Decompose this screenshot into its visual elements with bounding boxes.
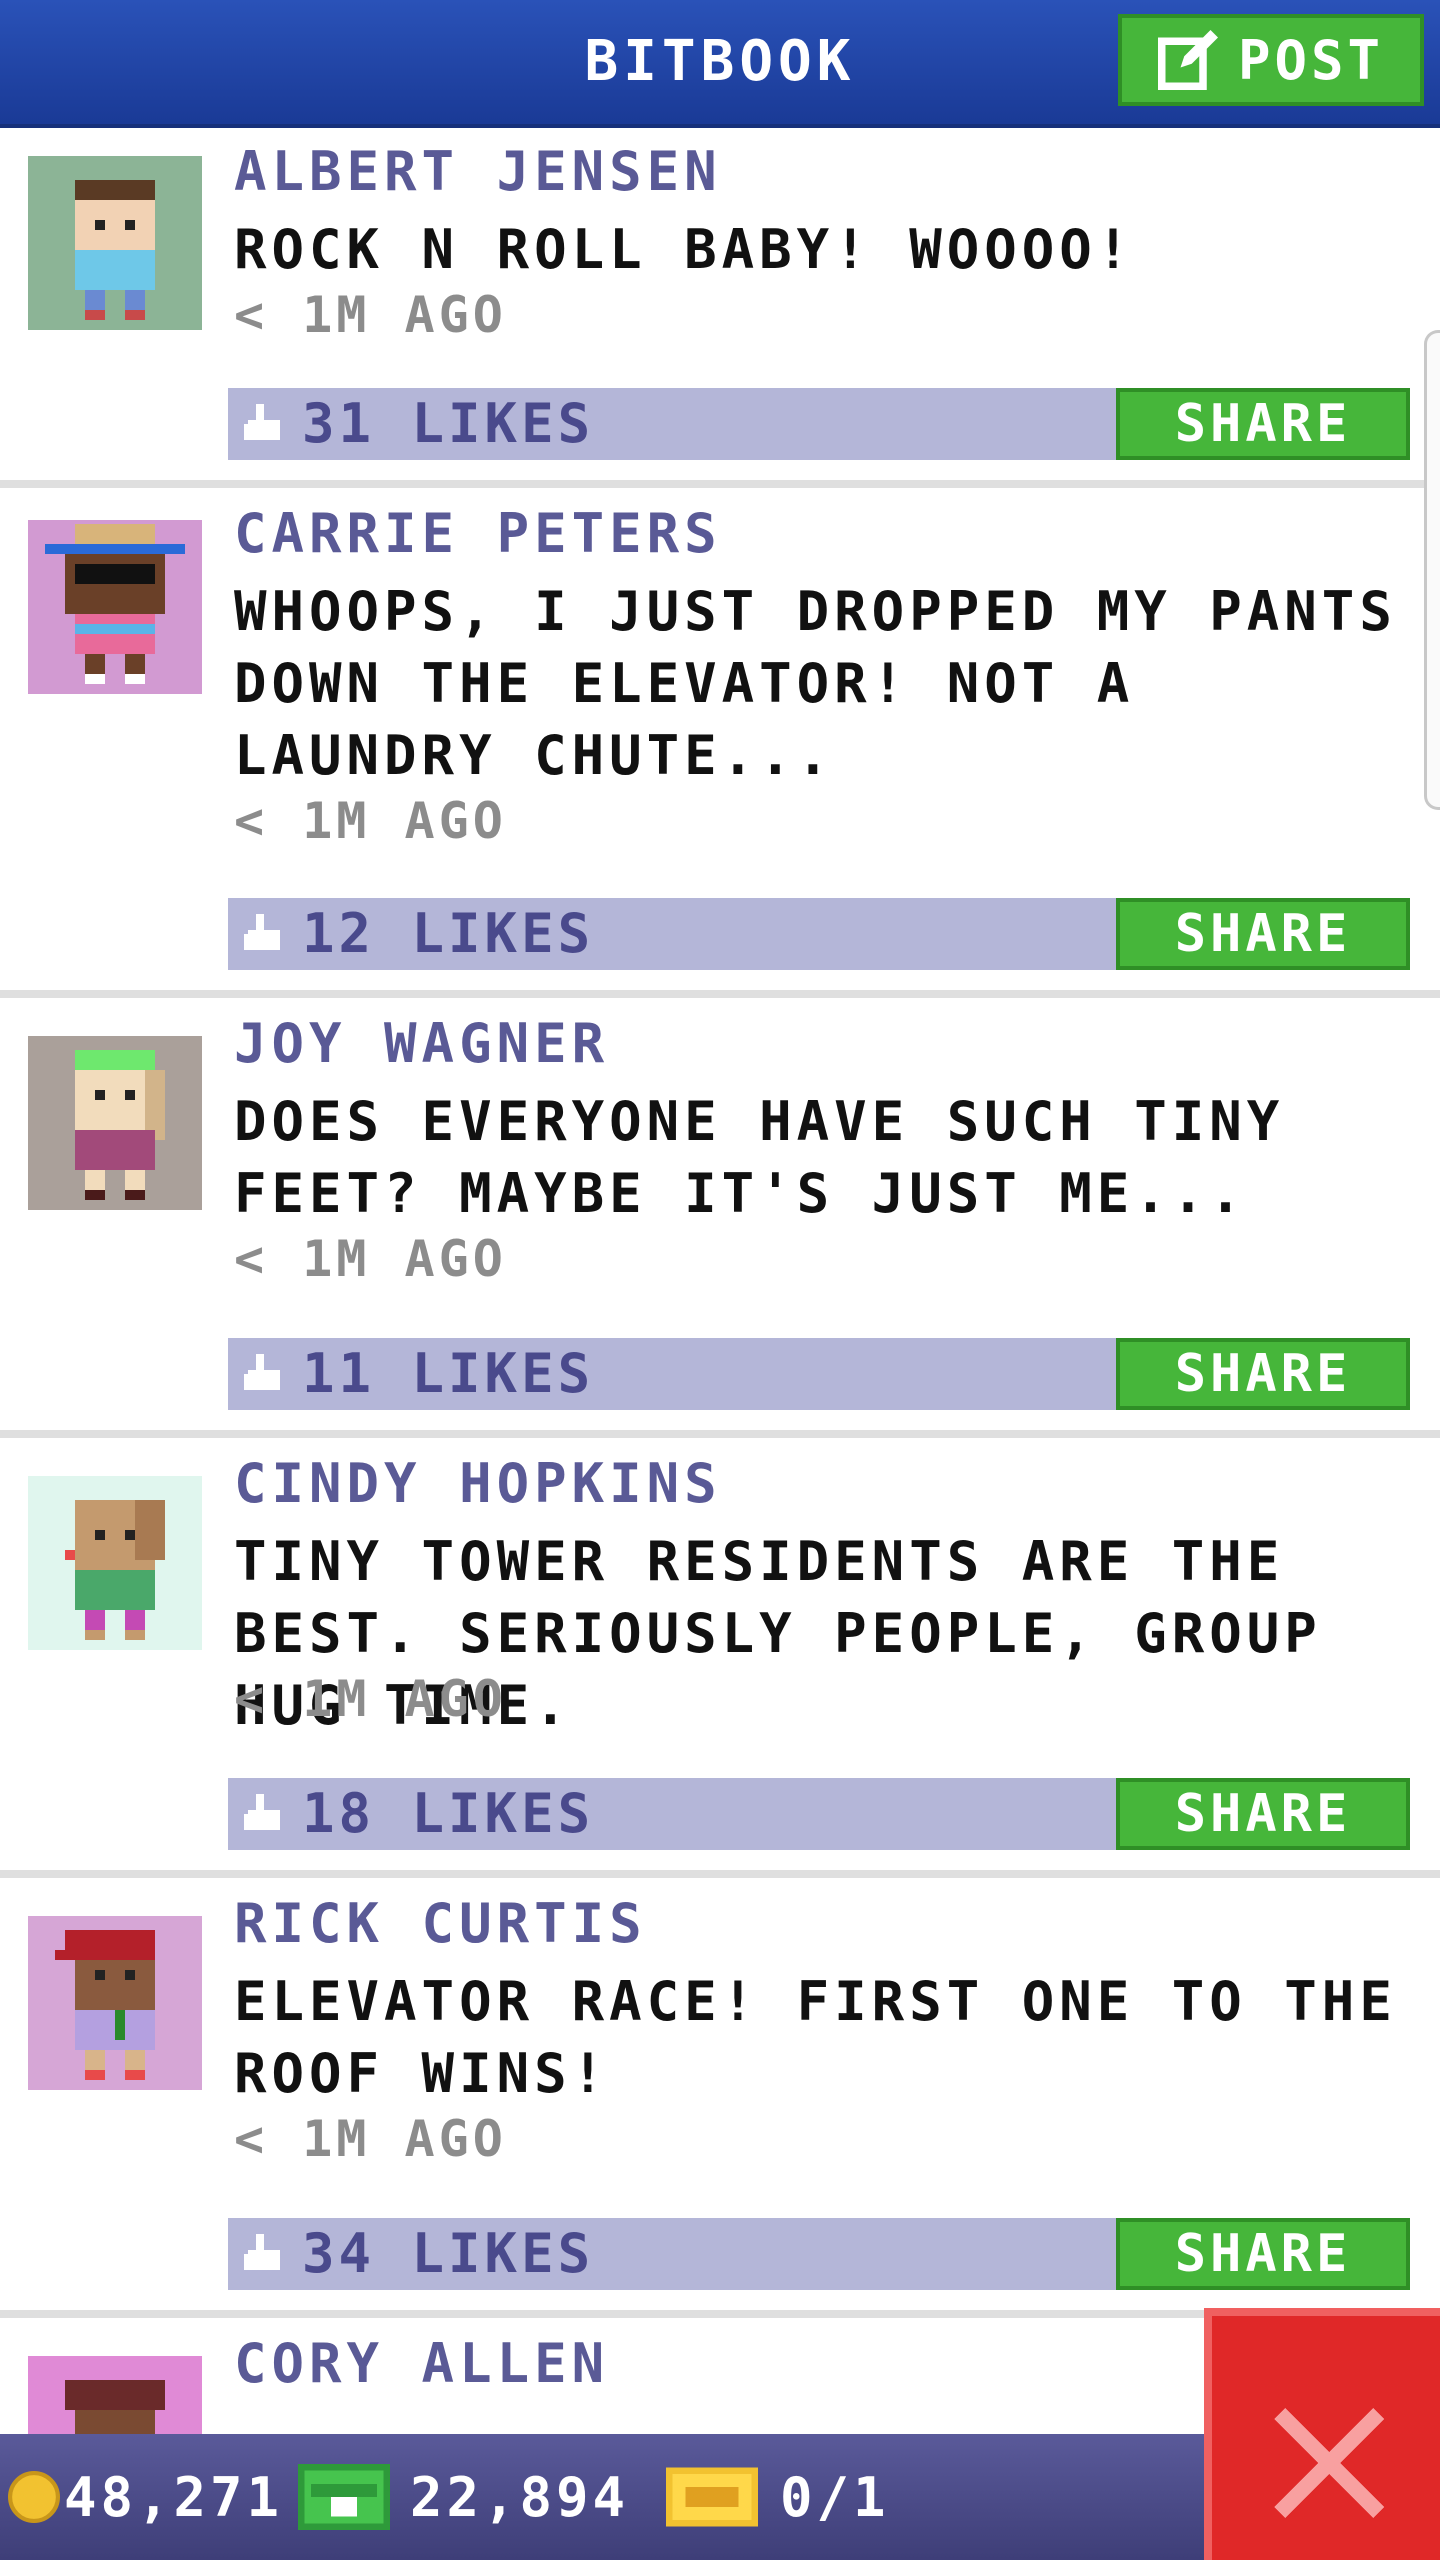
post-time: < 1M AGO: [234, 1670, 507, 1728]
divider: [0, 1430, 1440, 1438]
ticket-icon: [666, 2467, 758, 2527]
bux-stat: 22,894: [298, 2434, 629, 2560]
like-count: 31 LIKES: [302, 392, 595, 455]
post-message: ELEVATOR RACE! FIRST ONE TO THE ROOF WIN…: [234, 1970, 1397, 2105]
share-button[interactable]: SHARE: [1116, 1778, 1410, 1850]
share-button[interactable]: SHARE: [1116, 898, 1410, 970]
avatar: [28, 156, 202, 330]
thumbs-up-icon[interactable]: [244, 1354, 284, 1394]
coin-icon: [8, 2471, 60, 2523]
post-message: WHOOPS, I JUST DROPPED MY PANTS DOWN THE…: [234, 580, 1397, 787]
like-count: 18 LIKES: [302, 1782, 595, 1845]
like-bar: 31 LIKES SHARE: [228, 388, 1410, 460]
thumbs-up-icon[interactable]: [244, 914, 284, 954]
edit-icon: [1157, 30, 1218, 90]
post-button-label: POST: [1237, 28, 1385, 92]
post-author[interactable]: CINDY HOPKINS: [234, 1452, 722, 1515]
post-author[interactable]: RICK CURTIS: [234, 1892, 647, 1955]
post-author[interactable]: JOY WAGNER: [234, 1012, 609, 1075]
thumbs-up-icon[interactable]: [244, 404, 284, 444]
divider: [0, 480, 1440, 488]
post-message: ROCK N ROLL BABY! WOOOO!: [234, 218, 1135, 281]
post-author[interactable]: ALBERT JENSEN: [234, 140, 722, 203]
share-button[interactable]: SHARE: [1116, 1338, 1410, 1410]
like-count: 12 LIKES: [302, 902, 595, 965]
post-time: < 1M AGO: [234, 792, 507, 850]
like-bar: 11 LIKES SHARE: [228, 1338, 1410, 1410]
tickets-value: 0/1: [780, 2465, 890, 2529]
post-time: < 1M AGO: [234, 1230, 507, 1288]
coins-value: 48,271: [64, 2465, 284, 2529]
bux-value: 22,894: [410, 2465, 630, 2529]
share-button[interactable]: SHARE: [1116, 2218, 1410, 2290]
avatar: [28, 1916, 202, 2090]
like-bar: 18 LIKES SHARE: [228, 1778, 1410, 1850]
avatar: [28, 520, 202, 694]
avatar: [28, 1036, 202, 1210]
post-author[interactable]: CARRIE PETERS: [234, 502, 722, 565]
post-author[interactable]: CORY ALLEN: [234, 2332, 609, 2395]
close-button[interactable]: [1204, 2308, 1440, 2560]
divider: [0, 1870, 1440, 1878]
tickets-stat: 0/1: [666, 2434, 890, 2560]
avatar: [28, 1476, 202, 1650]
thumbs-up-icon[interactable]: [244, 2234, 284, 2274]
share-button[interactable]: SHARE: [1116, 388, 1410, 460]
bux-icon: [298, 2464, 390, 2530]
like-bar: 12 LIKES SHARE: [228, 898, 1410, 970]
post-time: < 1M AGO: [234, 2110, 507, 2168]
like-count: 34 LIKES: [302, 2222, 595, 2285]
post-message: DOES EVERYONE HAVE SUCH TINY FEET? MAYBE…: [234, 1090, 1285, 1225]
post-button[interactable]: POST: [1118, 14, 1424, 106]
close-icon: [1274, 2408, 1384, 2518]
post-time: < 1M AGO: [234, 286, 507, 344]
app-header: BITBOOK POST: [0, 0, 1440, 128]
coins-stat: 48,271: [8, 2434, 283, 2560]
divider: [0, 990, 1440, 998]
like-count: 11 LIKES: [302, 1342, 595, 1405]
scroll-indicator[interactable]: [1424, 330, 1440, 810]
like-bar: 34 LIKES SHARE: [228, 2218, 1410, 2290]
thumbs-up-icon[interactable]: [244, 1794, 284, 1834]
